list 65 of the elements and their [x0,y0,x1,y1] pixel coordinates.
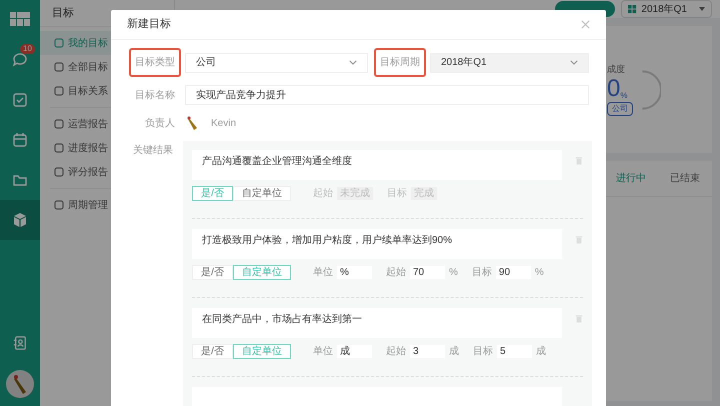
rail-item[interactable]: 10 [0,40,40,80]
chevron-down-icon [570,60,578,65]
contacts-icon[interactable] [13,336,27,350]
grid-icon [628,4,638,14]
caret-icon [699,7,705,11]
nav-icon [54,200,64,210]
target-input[interactable]: 90 [496,266,531,279]
user-avatar[interactable] [6,370,34,398]
calendar-icon [12,132,28,148]
start-input[interactable]: 70 [410,266,445,279]
nav-item[interactable]: 评分报告 [50,160,164,184]
unit-label: 单位 [313,344,333,359]
unread-badge: 10 [20,44,35,54]
close-icon[interactable] [581,20,590,29]
field-label: 目标类型 [129,48,181,77]
key-result-textarea[interactable]: 产品沟通覆盖企业管理沟通全维度 [192,150,562,180]
unit-label: 单位 [313,266,333,280]
scope-tag: 公司 [607,102,633,116]
rail-item[interactable] [0,200,40,240]
start-label: 起始 [386,266,406,280]
mode-toggle[interactable]: 自定单位 [233,186,291,201]
progress-unit: % [620,90,628,102]
progress-value: 0 [607,76,620,102]
logo-icon [10,12,30,26]
unit-suffix: % [534,266,544,280]
type-select[interactable]: 公司 [185,52,368,72]
nav-icon [54,167,64,177]
key-result-textarea[interactable]: 打造极致用户体验，增加用户粘度，用户续单率达到90% [192,229,562,259]
target-input[interactable]: 5 [497,345,532,358]
checkbox-icon [12,92,28,108]
nav-icon [54,62,64,72]
target-label: 目标 [472,266,492,280]
name-input[interactable]: 实现产品竞争力提升 [185,85,589,105]
chat-icon [12,52,28,68]
nav-icon [54,38,64,48]
section-title: 目标 [52,6,74,21]
start-label: 起始 [386,344,406,359]
owner-name: Kevin [211,116,236,130]
field-label: 目标名称 [134,88,176,102]
field-label: 关键结果 [132,144,174,158]
start-input[interactable]: 3 [410,345,445,358]
key-result-textarea[interactable]: 在同类产品中，市场占有率达到第一 [192,308,562,338]
target-label: 目标 [473,344,493,359]
nav-icon [54,119,64,129]
gauge-drawing [641,70,661,110]
cube-icon [12,212,28,228]
target-label: 目标 [387,186,407,201]
mode-toggle[interactable]: 是/否 [192,344,233,359]
chevron-down-icon [349,60,357,65]
nav-item[interactable]: 周期管理 [50,193,164,217]
dialog-title: 新建目标 [127,16,171,32]
status-tab[interactable]: 已结束 [670,171,700,186]
progress-label: 成度 [607,62,625,76]
unit-suffix: 成 [536,344,546,359]
field-label: 负责人 [144,116,176,130]
nav-icon [54,143,64,153]
unit-suffix: % [449,266,458,280]
unit-input[interactable]: 成 [337,345,372,358]
start-label: 起始 [313,186,333,201]
field-label: 目标周期 [374,48,426,77]
unit-input[interactable]: % [337,266,372,279]
period-select[interactable]: 2018年Q1 [621,0,712,18]
nav-icon [54,86,64,96]
unit-suffix: 成 [449,344,459,359]
mode-toggle[interactable]: 是/否 [192,265,233,280]
